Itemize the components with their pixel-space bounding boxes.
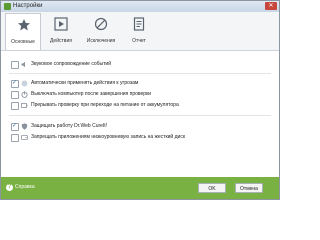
- help-link[interactable]: Справка: [15, 184, 35, 191]
- tab-label: Основные: [11, 39, 35, 45]
- threat-icon: [21, 80, 28, 87]
- settings-window: Настройки ✕ Основные Действия Исключения: [0, 0, 280, 200]
- tab-label: Исключения: [86, 38, 116, 44]
- close-button[interactable]: ✕: [265, 2, 277, 10]
- ok-button[interactable]: OK: [198, 183, 226, 193]
- cancel-button[interactable]: Отмена: [235, 183, 263, 193]
- tab-general[interactable]: Основные: [5, 13, 41, 50]
- option-label: Автоматически применять действия к угроз…: [31, 80, 139, 86]
- tab-label: Действия: [50, 38, 72, 44]
- disk-write-checkbox[interactable]: [11, 134, 19, 142]
- option-label: Выключать компьютер после завершения про…: [31, 91, 152, 97]
- app-icon: [4, 3, 11, 10]
- exclusion-icon: [94, 17, 108, 31]
- shutdown-checkbox[interactable]: [11, 91, 19, 99]
- tab-bar: Основные Действия Исключения Отчет: [1, 12, 279, 51]
- option-label: Прерывать проверку при переходе на питан…: [31, 102, 179, 108]
- window-title: Настройки: [13, 3, 43, 9]
- option-label: Защищать работу Dr.Web CureIt!: [31, 123, 108, 129]
- star-icon: [18, 19, 30, 31]
- shield-icon: [21, 123, 28, 130]
- option-label: Звуковое сопровождение событий: [31, 61, 112, 67]
- help-icon[interactable]: ?: [6, 184, 13, 191]
- sound-icon: [21, 61, 25, 68]
- settings-panel: Звуковое сопровождение событий Автоматич…: [1, 51, 279, 176]
- disk-icon: [21, 135, 28, 140]
- self-protection-checkbox[interactable]: [11, 122, 19, 131]
- divider: [9, 115, 271, 116]
- tab-label: Отчет: [132, 38, 146, 44]
- tab-exclusions[interactable]: Исключения: [83, 13, 119, 49]
- sound-checkbox[interactable]: [11, 61, 19, 69]
- option-label: Запрещать приложениям низкоуровневую зап…: [31, 134, 186, 140]
- battery-icon: [21, 103, 28, 108]
- tab-actions[interactable]: Действия: [43, 13, 79, 49]
- divider: [9, 73, 271, 74]
- play-icon: [54, 17, 68, 31]
- auto-actions-checkbox[interactable]: [11, 79, 19, 88]
- power-icon: [21, 91, 28, 98]
- tab-report[interactable]: Отчет: [121, 13, 157, 49]
- titlebar: Настройки ✕: [1, 1, 279, 12]
- footer-bar: ? Справка OK Отмена: [1, 177, 279, 199]
- report-icon: [133, 17, 145, 31]
- battery-checkbox[interactable]: [11, 102, 19, 110]
